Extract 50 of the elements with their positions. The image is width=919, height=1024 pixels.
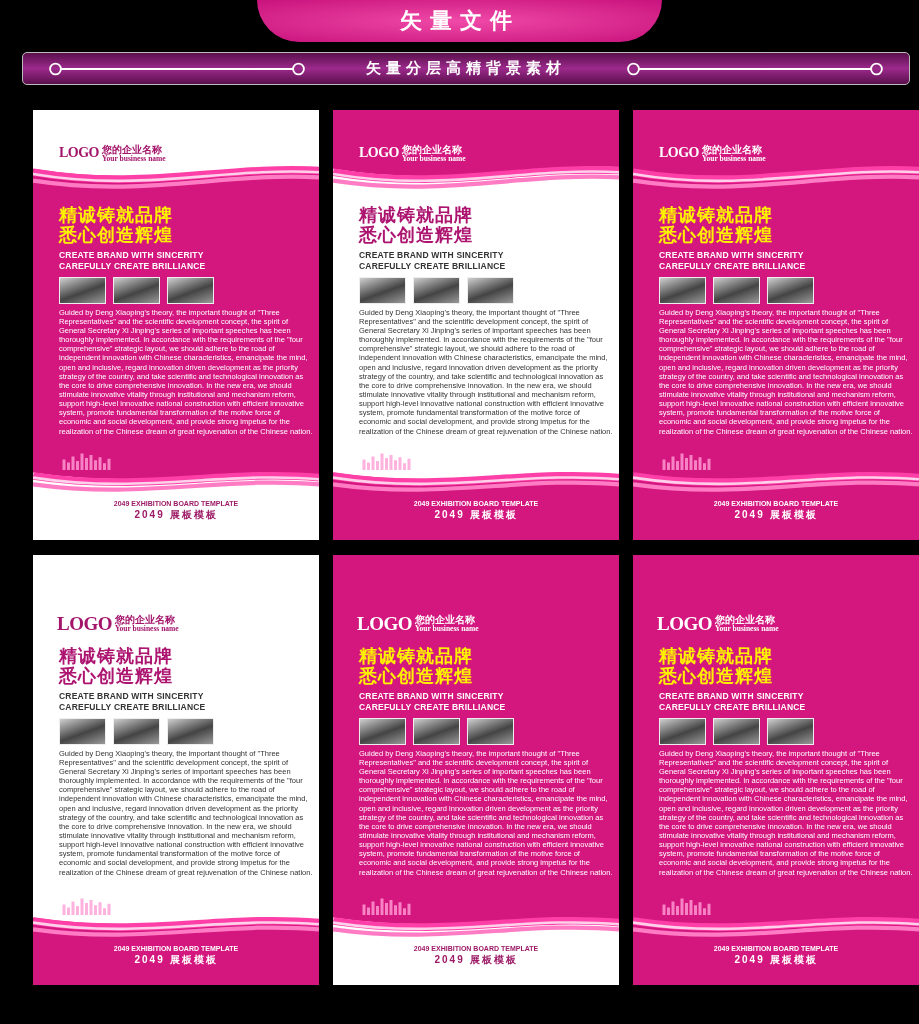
photo-placeholder bbox=[113, 276, 160, 304]
photo-placeholder bbox=[467, 717, 514, 745]
company-name: 您的企业名称 bbox=[115, 615, 176, 626]
headline: 精诚铸就品牌 悉心创造辉煌 bbox=[359, 206, 474, 246]
headline: 精诚铸就品牌 悉心创造辉煌 bbox=[59, 647, 174, 687]
logo-text: LOGO bbox=[357, 613, 412, 635]
footer-caption-chinese: 2049 展板模板 bbox=[134, 508, 218, 522]
photo-placeholder bbox=[167, 717, 214, 745]
photo-placeholder bbox=[713, 717, 760, 745]
slogan-english: CREATE BRAND WITH SINCERITY CAREFULLY CREATE BRILLIANCE bbox=[359, 690, 507, 713]
company-name: 您的企业名称 bbox=[102, 144, 163, 155]
photo-placeholder bbox=[359, 276, 406, 304]
slogan-english: CREATE BRAND WITH SINCERITY CAREFULLY CREATE BRILLIANCE bbox=[659, 690, 807, 713]
footer-caption-chinese: 2049 展板模板 bbox=[734, 953, 818, 967]
headline: 精诚铸就品牌 悉心创造辉煌 bbox=[659, 647, 774, 687]
subtitle-text: 矢量分层高精背景素材 bbox=[366, 59, 566, 78]
title-banner: 矢量文件 bbox=[257, 0, 662, 42]
footer-caption-chinese: 2049 展板模板 bbox=[734, 508, 818, 522]
slogan-english: CREATE BRAND WITH SINCERITY CAREFULLY CREATE BRILLIANCE bbox=[359, 249, 507, 272]
photo-placeholder bbox=[59, 717, 106, 745]
company-name: 您的企业名称 bbox=[415, 615, 476, 626]
photo-placeholder bbox=[359, 717, 406, 745]
logo-text: LOGO bbox=[359, 145, 399, 162]
photo-placeholder bbox=[413, 276, 460, 304]
photo-placeholder bbox=[659, 717, 706, 745]
headline: 精诚铸就品牌 悉心创造辉煌 bbox=[659, 206, 774, 246]
slogan-english: CREATE BRAND WITH SINCERITY CAREFULLY CREATE BRILLIANCE bbox=[659, 249, 807, 272]
photo-placeholder bbox=[713, 276, 760, 304]
footer-caption-chinese: 2049 展板模板 bbox=[434, 953, 518, 967]
company-name: 您的企业名称 bbox=[402, 144, 463, 155]
photo-placeholder bbox=[467, 276, 514, 304]
photo-placeholder bbox=[659, 276, 706, 304]
photo-placeholder bbox=[113, 717, 160, 745]
company-name: 您的企业名称 bbox=[715, 615, 776, 626]
logo-text: LOGO bbox=[659, 145, 699, 162]
logo-text: LOGO bbox=[657, 613, 712, 635]
company-name: 您的企业名称 bbox=[702, 144, 763, 155]
footer-caption-chinese: 2049 展板模板 bbox=[434, 508, 518, 522]
photo-placeholder bbox=[767, 717, 814, 745]
headline: 精诚铸就品牌 悉心创造辉煌 bbox=[359, 647, 474, 687]
slogan-english: CREATE BRAND WITH SINCERITY CAREFULLY CREATE BRILLIANCE bbox=[59, 249, 207, 272]
photo-placeholder bbox=[767, 276, 814, 304]
logo-text: LOGO bbox=[59, 145, 99, 162]
logo-text: LOGO bbox=[57, 613, 112, 635]
footer-caption-chinese: 2049 展板模板 bbox=[134, 953, 218, 967]
photo-placeholder bbox=[167, 276, 214, 304]
headline: 精诚铸就品牌 悉心创造辉煌 bbox=[59, 206, 174, 246]
slogan-english: CREATE BRAND WITH SINCERITY CAREFULLY CREATE BRILLIANCE bbox=[59, 690, 207, 713]
photo-placeholder bbox=[413, 717, 460, 745]
photo-placeholder bbox=[59, 276, 106, 304]
